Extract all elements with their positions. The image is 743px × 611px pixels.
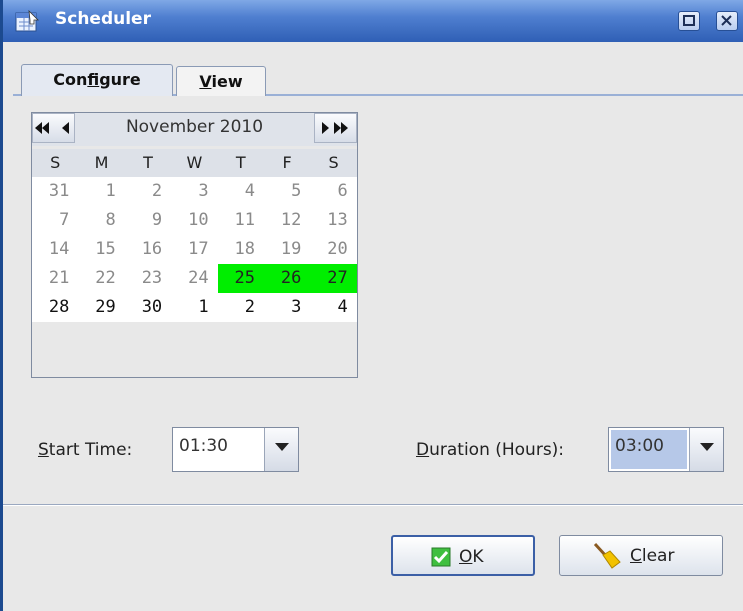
scheduler-app-icon (15, 10, 39, 32)
calendar-day[interactable]: 21 (32, 264, 78, 293)
calendar-day[interactable]: 11 (218, 206, 264, 235)
duration-label: Duration (Hours): (416, 440, 564, 460)
calendar-grid: S M T W T F S 31 1 2 3 4 5 6 7 8 9 10 11… (32, 149, 357, 377)
duration-label-text: uration (Hours): (429, 440, 565, 460)
calendar-day[interactable]: 6 (310, 177, 356, 206)
calendar-day[interactable]: 1 (78, 177, 124, 206)
calendar-day-selected[interactable]: 26 (263, 264, 311, 293)
start-time-combo[interactable]: 01:30 (172, 427, 299, 472)
calendar-day[interactable]: 5 (264, 177, 310, 206)
ok-button[interactable]: OK (391, 535, 535, 576)
broom-icon (593, 542, 621, 569)
double-right-arrow-icon[interactable] (333, 122, 355, 134)
calendar-day[interactable]: 17 (171, 235, 217, 264)
checkmark-icon (431, 547, 451, 567)
calendar-day[interactable]: 2 (218, 293, 264, 322)
start-time-label: Start Time: (38, 440, 132, 460)
calendar-day[interactable]: 15 (78, 235, 124, 264)
start-time-dropdown-button[interactable] (264, 428, 298, 471)
calendar-day[interactable]: 24 (171, 264, 217, 293)
scheduler-window: Scheduler Configure View November 2010 S… (0, 0, 743, 611)
weekday-label: S (50, 153, 61, 172)
calendar-day[interactable]: 4 (218, 177, 264, 206)
clear-mnemonic: C (630, 546, 642, 566)
ok-label-rest: K (472, 547, 484, 567)
start-time-mnemonic: S (38, 440, 49, 460)
calendar-prev-controls (32, 113, 75, 143)
tab-configure[interactable]: Configure (21, 64, 173, 96)
ok-label: OK (459, 547, 484, 567)
window-title: Scheduler (55, 9, 151, 29)
calendar-empty-area (32, 322, 357, 377)
weekday-label: T (235, 153, 246, 172)
tab-view-label-post: iew (211, 72, 243, 91)
duration-dropdown-button[interactable] (689, 428, 723, 471)
tab-view-mnemonic: V (199, 72, 212, 91)
calendar-day[interactable]: 4 (310, 293, 356, 322)
calendar-week-row: 31 1 2 3 4 5 6 (32, 177, 357, 206)
close-icon (721, 15, 732, 26)
tab-configure-mnemonic: f (87, 70, 100, 89)
calendar-week-row: 28 29 30 1 2 3 4 (32, 293, 357, 322)
calendar-day[interactable]: 28 (32, 293, 78, 322)
weekday-header-row: S M T W T F S (32, 149, 357, 177)
calendar-week-row: 7 8 9 10 11 12 13 (32, 206, 357, 235)
weekday-label: F (282, 153, 292, 172)
calendar-day[interactable]: 22 (78, 264, 124, 293)
ok-mnemonic: O (459, 547, 473, 567)
start-time-value: 01:30 (179, 436, 228, 456)
tab-view[interactable]: View (176, 66, 266, 96)
calendar-day[interactable]: 2 (125, 177, 171, 206)
weekday-label: W (186, 153, 203, 172)
tab-configure-label-post: igure (99, 70, 141, 89)
weekday-label: S (328, 153, 339, 172)
duration-value: 03:00 (615, 436, 664, 456)
chevron-down-icon (700, 443, 714, 451)
calendar-day[interactable]: 29 (78, 293, 124, 322)
calendar-day[interactable]: 18 (218, 235, 264, 264)
calendar-next-controls (314, 113, 357, 143)
calendar-day-selected[interactable]: 25 (217, 264, 264, 293)
calendar-day[interactable]: 7 (32, 206, 78, 235)
calendar-day[interactable]: 20 (310, 235, 356, 264)
weekday-label: T (143, 153, 153, 172)
chevron-down-icon (275, 443, 289, 451)
calendar-day[interactable]: 12 (264, 206, 310, 235)
duration-combo[interactable]: 03:00 (608, 427, 724, 472)
calendar-month-label: November 2010 (125, 117, 264, 137)
title-bar[interactable]: Scheduler (3, 0, 743, 42)
calendar-day[interactable]: 8 (78, 206, 124, 235)
clear-label: Clear (630, 546, 674, 566)
calendar-day[interactable]: 19 (264, 235, 310, 264)
calendar-day-selected[interactable]: 27 (310, 264, 357, 293)
start-time-label-text: tart Time: (48, 440, 133, 460)
right-arrow-icon[interactable] (321, 122, 331, 134)
clear-button[interactable]: Clear (559, 535, 723, 576)
calendar-day[interactable]: 3 (264, 293, 310, 322)
calendar-day[interactable]: 10 (171, 206, 217, 235)
maximize-button[interactable] (678, 11, 700, 31)
calendar-day[interactable]: 9 (125, 206, 171, 235)
calendar-day[interactable]: 31 (32, 177, 78, 206)
maximize-icon (683, 15, 695, 26)
calendar-day[interactable]: 14 (32, 235, 78, 264)
calendar-day[interactable]: 23 (125, 264, 171, 293)
calendar-day[interactable]: 13 (310, 206, 356, 235)
calendar-week-row: 21 22 23 24 25 26 27 (32, 264, 357, 293)
calendar-day[interactable]: 1 (171, 293, 217, 322)
left-arrow-icon[interactable] (60, 122, 70, 134)
weekday-label: M (94, 153, 109, 172)
tab-configure-label-pre: Con (53, 70, 88, 89)
calendar-day[interactable]: 3 (171, 177, 217, 206)
calendar: November 2010 S M T W T F S 31 1 2 3 4 5… (31, 112, 358, 378)
close-button[interactable] (716, 11, 738, 31)
duration-mnemonic: D (416, 440, 430, 460)
calendar-day[interactable]: 30 (125, 293, 171, 322)
separator-highlight (3, 505, 743, 506)
clear-label-rest: lear (641, 546, 675, 566)
double-left-arrow-icon[interactable] (35, 122, 57, 134)
calendar-week-row: 14 15 16 17 18 19 20 (32, 235, 357, 264)
calendar-day[interactable]: 16 (125, 235, 171, 264)
calendar-header: November 2010 (32, 113, 357, 146)
